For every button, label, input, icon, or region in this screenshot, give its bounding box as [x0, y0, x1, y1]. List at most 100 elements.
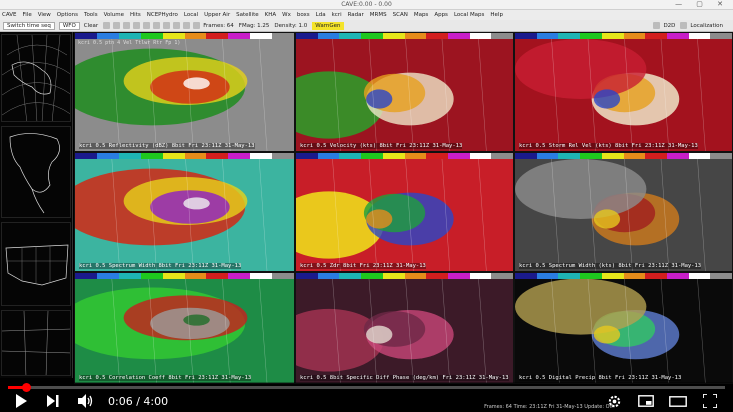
panel-legend: kcri 0.5 Correlation Coeff 8bit Fri 23:1…	[79, 375, 252, 381]
fullscreen-icon[interactable]	[700, 392, 720, 410]
radar-panel[interactable]: kcri 0.5 ptn 4 Vel Ttlwr Rtr Fp 1) kcri 0…	[74, 32, 295, 152]
echo-region	[593, 209, 621, 229]
radar-image	[296, 158, 487, 271]
scale-select[interactable]: WFO	[58, 21, 80, 30]
menu-item[interactable]: Local	[184, 12, 198, 18]
county-boundary	[258, 278, 268, 383]
menu-item[interactable]: kcri	[332, 12, 342, 18]
county-boundary	[478, 38, 487, 151]
map-thumbnail-sidebar	[0, 32, 73, 378]
menu-item[interactable]: Lda	[316, 12, 326, 18]
county-boundary	[258, 158, 268, 271]
color-scale-bar	[75, 33, 294, 39]
county-boundary	[697, 158, 706, 271]
menu-item[interactable]: Options	[57, 12, 78, 18]
play-icon[interactable]	[12, 392, 30, 410]
radar-panel-grid: kcri 0.5 ptn 4 Vel Ttlwr Rtr Fp 1) kcri 0…	[74, 32, 733, 384]
radar-panel[interactable]: kcri 0.5 Storm Rel Vel (kts) 8bit Fri 23…	[514, 32, 733, 152]
next-video-icon[interactable]	[44, 392, 62, 410]
menu-item[interactable]: Maps	[414, 12, 428, 18]
color-scale-bar	[515, 153, 732, 159]
redo-icon[interactable]	[173, 22, 181, 29]
undo-icon[interactable]	[163, 22, 171, 29]
theater-mode-icon[interactable]	[668, 392, 688, 410]
radar-panel[interactable]: kcri 0.5 Correlation Coeff 8bit Fri 23:1…	[74, 272, 295, 384]
menu-item[interactable]: CAVE	[2, 12, 17, 18]
color-scale-bar	[515, 273, 732, 279]
rock-icon[interactable]	[153, 22, 161, 29]
echo-region	[593, 89, 621, 109]
density-control[interactable]: Density: 1.0	[274, 23, 307, 29]
miniplayer-icon[interactable]	[636, 392, 656, 410]
panel-legend: kcri 0.5 Spectrum Width (kts) 8bit Fri 2…	[519, 263, 702, 269]
thumbnail-hemisphere[interactable]	[1, 34, 71, 122]
menu-item[interactable]: Satellite	[236, 12, 259, 18]
current-time: 0:06	[108, 395, 133, 408]
menu-item[interactable]: File	[23, 12, 32, 18]
radar-panel[interactable]: kcri 0.5 Velocity (kts) 8bit Fri 23:11Z …	[295, 32, 514, 152]
fmag-control[interactable]: FMag: 1.25	[239, 23, 270, 29]
echo-region	[183, 197, 210, 210]
warngen-button[interactable]: WarnGen	[312, 21, 344, 30]
editor-select[interactable]: Switch time seq	[3, 21, 55, 30]
first-frame-icon[interactable]	[103, 22, 111, 29]
thumbnail-regional[interactable]	[1, 310, 71, 376]
settings-gear-icon[interactable]	[604, 392, 624, 410]
color-scale-bar	[75, 273, 294, 279]
radar-panel[interactable]: kcri 0.5 8bit Specific Diff Phase (deg/k…	[295, 272, 514, 384]
radar-image	[296, 38, 487, 151]
county-boundary	[697, 38, 706, 151]
perspective-d2d[interactable]: D2D	[663, 23, 675, 29]
echo-region	[366, 89, 393, 109]
menu-item[interactable]: NCEPHydro	[147, 12, 178, 18]
perspective-icon[interactable]	[653, 22, 661, 29]
county-boundary	[478, 158, 487, 271]
menu-item[interactable]: boxs	[297, 12, 310, 18]
last-frame-icon[interactable]	[143, 22, 151, 29]
menu-item[interactable]: Radar	[348, 12, 364, 18]
clear-button[interactable]: Clear	[84, 23, 98, 29]
color-scale-bar	[75, 153, 294, 159]
panel-legend: kcri 0.5 Zdr 8bit Fri 23:11Z 31-May-13	[300, 263, 426, 269]
menu-item[interactable]: Upper Air	[204, 12, 230, 18]
menu-item[interactable]: Hits	[130, 12, 141, 18]
menu-item[interactable]: MRMS	[370, 12, 387, 18]
zoom-icon[interactable]	[193, 22, 201, 29]
localization-icon[interactable]	[680, 22, 688, 29]
panel-legend: kcri 0.5 Digital Precip 8bit Fri 23:11Z …	[519, 375, 682, 381]
next-frame-icon[interactable]	[133, 22, 141, 29]
radar-panel[interactable]: kcri 0.5 Zdr 8bit Fri 23:11Z 31-May-13	[295, 152, 514, 272]
menu-item[interactable]: Local Maps	[454, 12, 484, 18]
panel-legend: kcri 0.5 Reflectivity (dBZ) 8bit Fri 23:…	[79, 143, 255, 149]
menu-item[interactable]: Help	[490, 12, 503, 18]
loop-icon[interactable]	[123, 22, 131, 29]
radar-panel[interactable]: kcri 0.5 Spectrum Width 8bit Fri 23:11Z …	[74, 152, 295, 272]
thumbnail-north-america[interactable]	[1, 126, 71, 218]
radar-panel[interactable]: kcri 0.5 Digital Precip 8bit Fri 23:11Z …	[514, 272, 733, 384]
menu-item[interactable]: Apps	[434, 12, 448, 18]
menu-item[interactable]: Volume	[104, 12, 124, 18]
progress-scrubber[interactable]	[21, 383, 31, 392]
menu-item[interactable]: Wx	[282, 12, 291, 18]
pan-icon[interactable]	[183, 22, 191, 29]
frames-control[interactable]: Frames: 64	[203, 23, 234, 29]
echo-region	[593, 325, 621, 344]
volume-icon[interactable]	[76, 392, 96, 410]
menu-item[interactable]: View	[38, 12, 51, 18]
menu-item[interactable]: SCAN	[393, 12, 408, 18]
radar-panel[interactable]: kcri 0.5 Spectrum Width (kts) 8bit Fri 2…	[514, 152, 733, 272]
duration: 4:00	[143, 395, 169, 408]
prev-frame-icon[interactable]	[113, 22, 121, 29]
color-scale-bar	[296, 33, 513, 39]
time-display: 0:06 / 4:00	[108, 395, 168, 408]
perspective-localization[interactable]: Localization	[690, 23, 723, 29]
progress-bar[interactable]	[8, 383, 725, 392]
panel-legend: kcri 0.5 Spectrum Width 8bit Fri 23:11Z …	[79, 263, 242, 269]
thumbnail-conus[interactable]	[1, 222, 71, 306]
title-bar: CAVE:0.00 - 0.00 — ▢ ✕	[0, 0, 733, 10]
county-boundary	[478, 278, 487, 383]
radar-image	[75, 158, 268, 271]
window-controls[interactable]: — ▢ ✕	[675, 0, 729, 8]
menu-item[interactable]: KHA	[265, 12, 277, 18]
menu-item[interactable]: Tools	[84, 12, 98, 18]
